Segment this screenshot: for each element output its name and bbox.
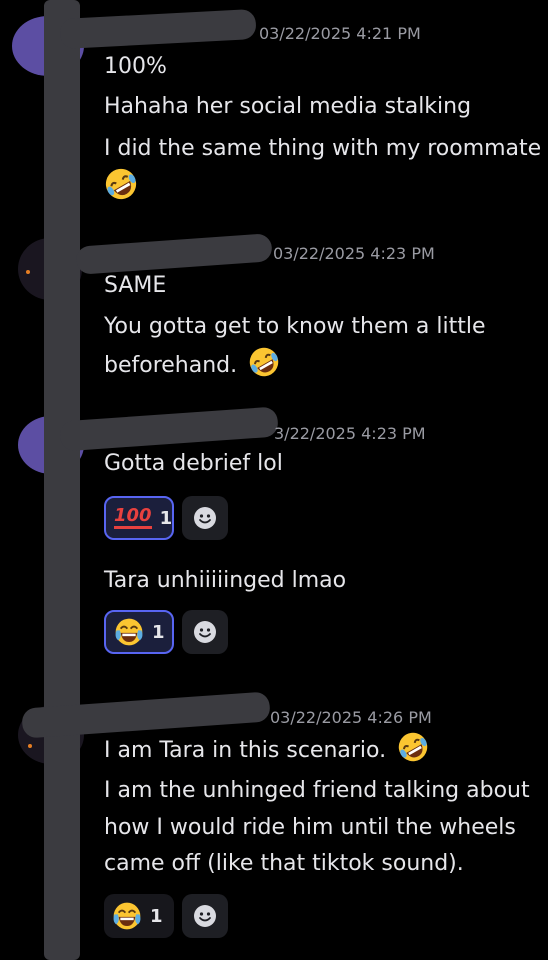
message-text: Gotta debrief lol: [104, 451, 283, 476]
message-text: I did the same thing with my roommate: [104, 136, 542, 161]
message-text: 100%: [104, 54, 167, 79]
add-reaction-button[interactable]: [182, 496, 228, 540]
reaction-button[interactable]: 1: [104, 894, 174, 938]
message-text: how I would ride him until the wheels: [104, 815, 516, 840]
message-text: SAME: [104, 273, 167, 298]
message-text: came off (like that tiktok sound).: [104, 851, 464, 876]
message-text: I am Tara in this scenario.: [104, 738, 387, 763]
redaction-bar: [44, 0, 80, 960]
redaction-bar: [59, 8, 257, 50]
reaction-count: 1: [150, 905, 163, 927]
smiley-add-reaction-icon: [193, 904, 217, 928]
message-line: I am Tara in this scenario.: [104, 731, 429, 769]
reaction-count: 1: [152, 621, 165, 643]
smiley-add-reaction-icon: [193, 620, 217, 644]
message-text: beforehand.: [104, 353, 238, 378]
reaction-count: 1: [159, 507, 173, 529]
message-text: I am the unhinged friend talking about: [104, 778, 530, 803]
add-reaction-button[interactable]: [182, 610, 228, 654]
tears-of-joy-emoji-icon: [112, 901, 142, 931]
rofl-emoji-icon: [248, 346, 280, 378]
smiley-add-reaction-icon: [193, 506, 217, 530]
message-timestamp: 03/22/2025 4:26 PM: [270, 708, 432, 727]
rofl-emoji-icon: [397, 731, 429, 763]
message-text: You gotta get to know them a little: [104, 314, 486, 339]
rofl-emoji-icon: [104, 167, 138, 201]
reaction-button[interactable]: 1: [104, 610, 174, 654]
redaction-bar: [59, 406, 279, 452]
message-timestamp: 03/22/2025 4:21 PM: [259, 24, 421, 43]
message-timestamp: 3/22/2025 4:23 PM: [274, 424, 426, 443]
message-line: beforehand.: [104, 346, 280, 384]
message-text: Tara unhiiiiinged lmao: [104, 568, 347, 593]
reaction-button[interactable]: 100 1: [104, 496, 174, 540]
message-text: Hahaha her social media stalking: [104, 94, 472, 119]
hundred-points-emoji-icon: 100: [114, 507, 152, 529]
message-timestamp: 03/22/2025 4:23 PM: [273, 244, 435, 263]
tears-of-joy-emoji-icon: [114, 617, 144, 647]
add-reaction-button[interactable]: [182, 894, 228, 938]
